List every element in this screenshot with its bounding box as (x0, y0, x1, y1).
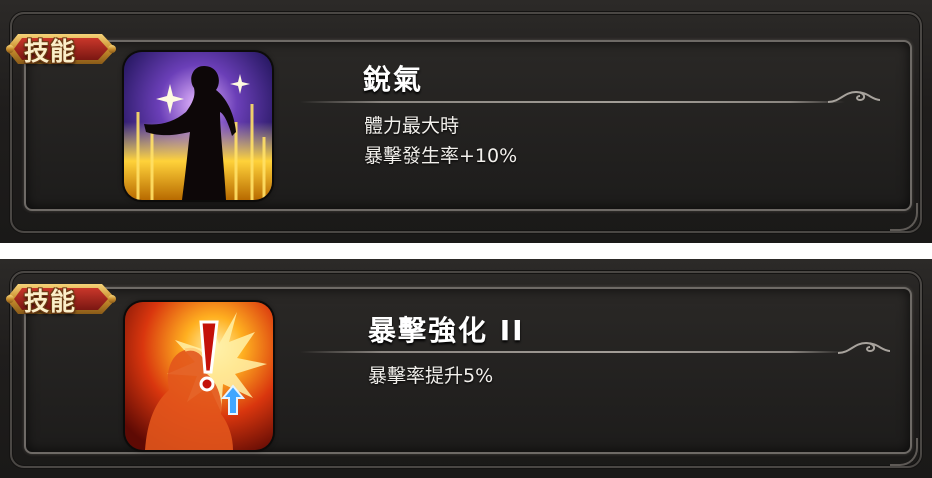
badge-label: 技能 (24, 287, 77, 316)
badge-label: 技能 (24, 37, 77, 66)
skill-badge: 技能 (2, 26, 120, 72)
skill-description-line: 體力最大時 (364, 115, 460, 137)
scroll-ornament-icon (837, 341, 891, 354)
skill-panel-1: 技能 銳氣 體力最大時 暴擊發生率+10% (0, 0, 932, 243)
skill-badge: 技能 (2, 276, 120, 322)
skill-name: 銳氣 (363, 63, 424, 96)
divider-line (300, 351, 845, 353)
skill-description-line: 暴擊發生率+10% (364, 145, 518, 167)
critical-strike-up-icon (125, 302, 273, 450)
skill-description-line: 暴擊率提升5% (368, 365, 494, 387)
skill-panel-2: 技能 暴擊強化 II 暴擊率提升5% (0, 259, 932, 478)
silhouette-aura-icon (124, 52, 272, 200)
divider-line (300, 101, 845, 103)
skill-name: 暴擊強化 II (368, 314, 525, 347)
scroll-ornament-icon (827, 90, 881, 103)
